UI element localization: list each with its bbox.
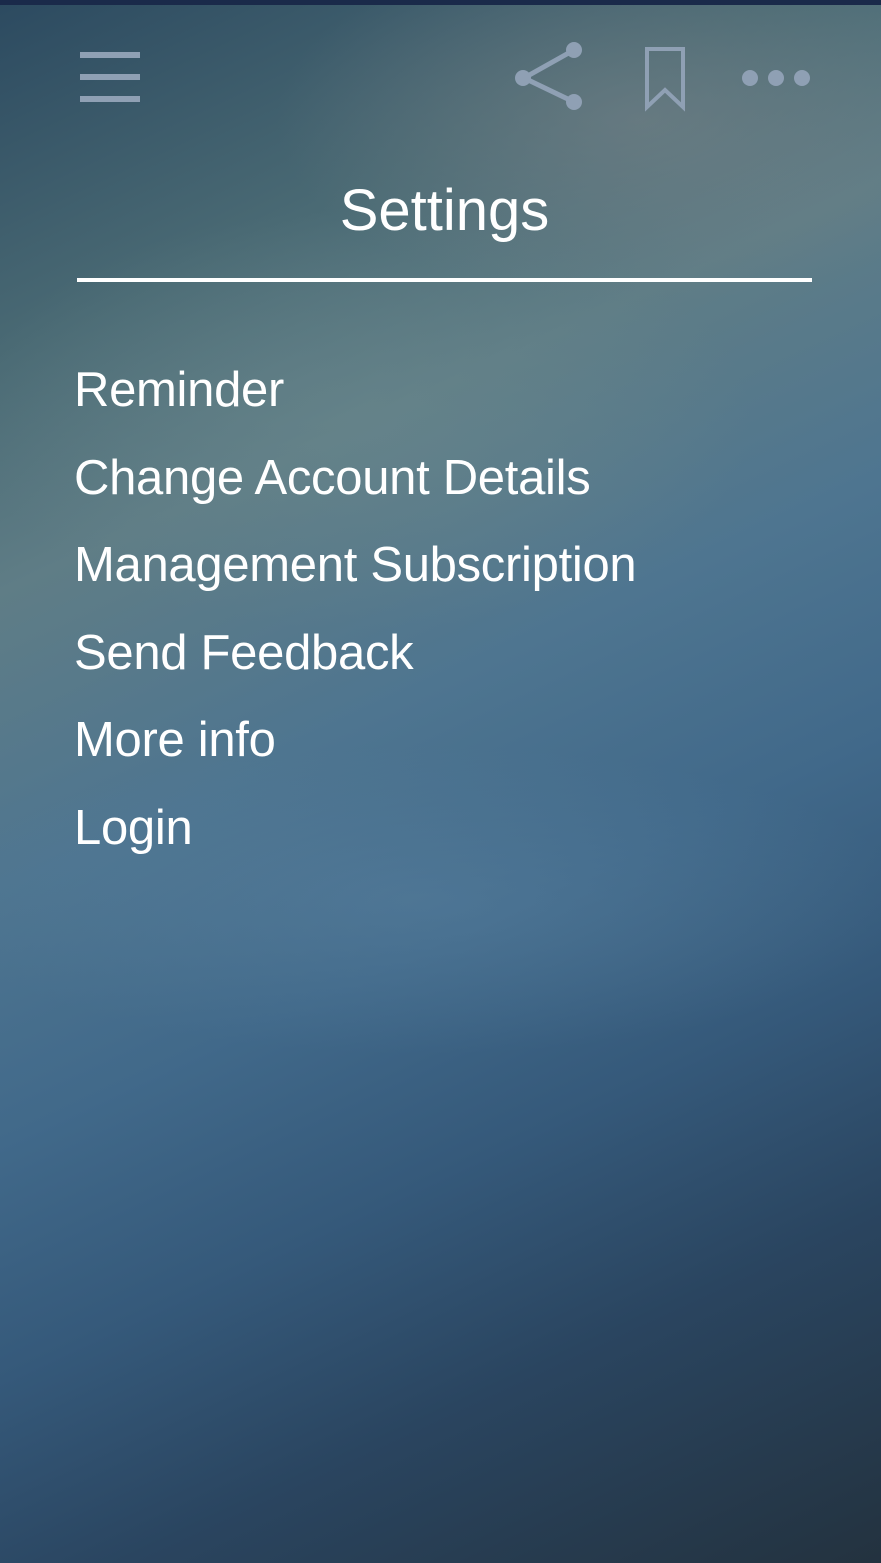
- settings-item-send-feedback[interactable]: Send Feedback: [74, 613, 814, 701]
- settings-item-more-info[interactable]: More info: [74, 700, 814, 788]
- settings-item-management-subscription[interactable]: Management Subscription: [74, 525, 814, 613]
- settings-menu: Reminder Change Account Details Manageme…: [74, 350, 814, 876]
- share-icon[interactable]: [508, 40, 588, 116]
- more-horizontal-icon[interactable]: [736, 58, 816, 98]
- hamburger-menu-icon[interactable]: [76, 50, 144, 106]
- top-toolbar: [0, 0, 881, 150]
- bookmark-icon[interactable]: [640, 44, 690, 112]
- page-title: Settings: [339, 178, 550, 243]
- settings-screen: Settings Reminder Change Account Details…: [0, 0, 881, 1563]
- settings-item-reminder[interactable]: Reminder: [74, 350, 814, 438]
- title-divider: [77, 278, 812, 282]
- settings-item-change-account-details[interactable]: Change Account Details: [74, 438, 814, 526]
- settings-item-login[interactable]: Login: [74, 788, 814, 876]
